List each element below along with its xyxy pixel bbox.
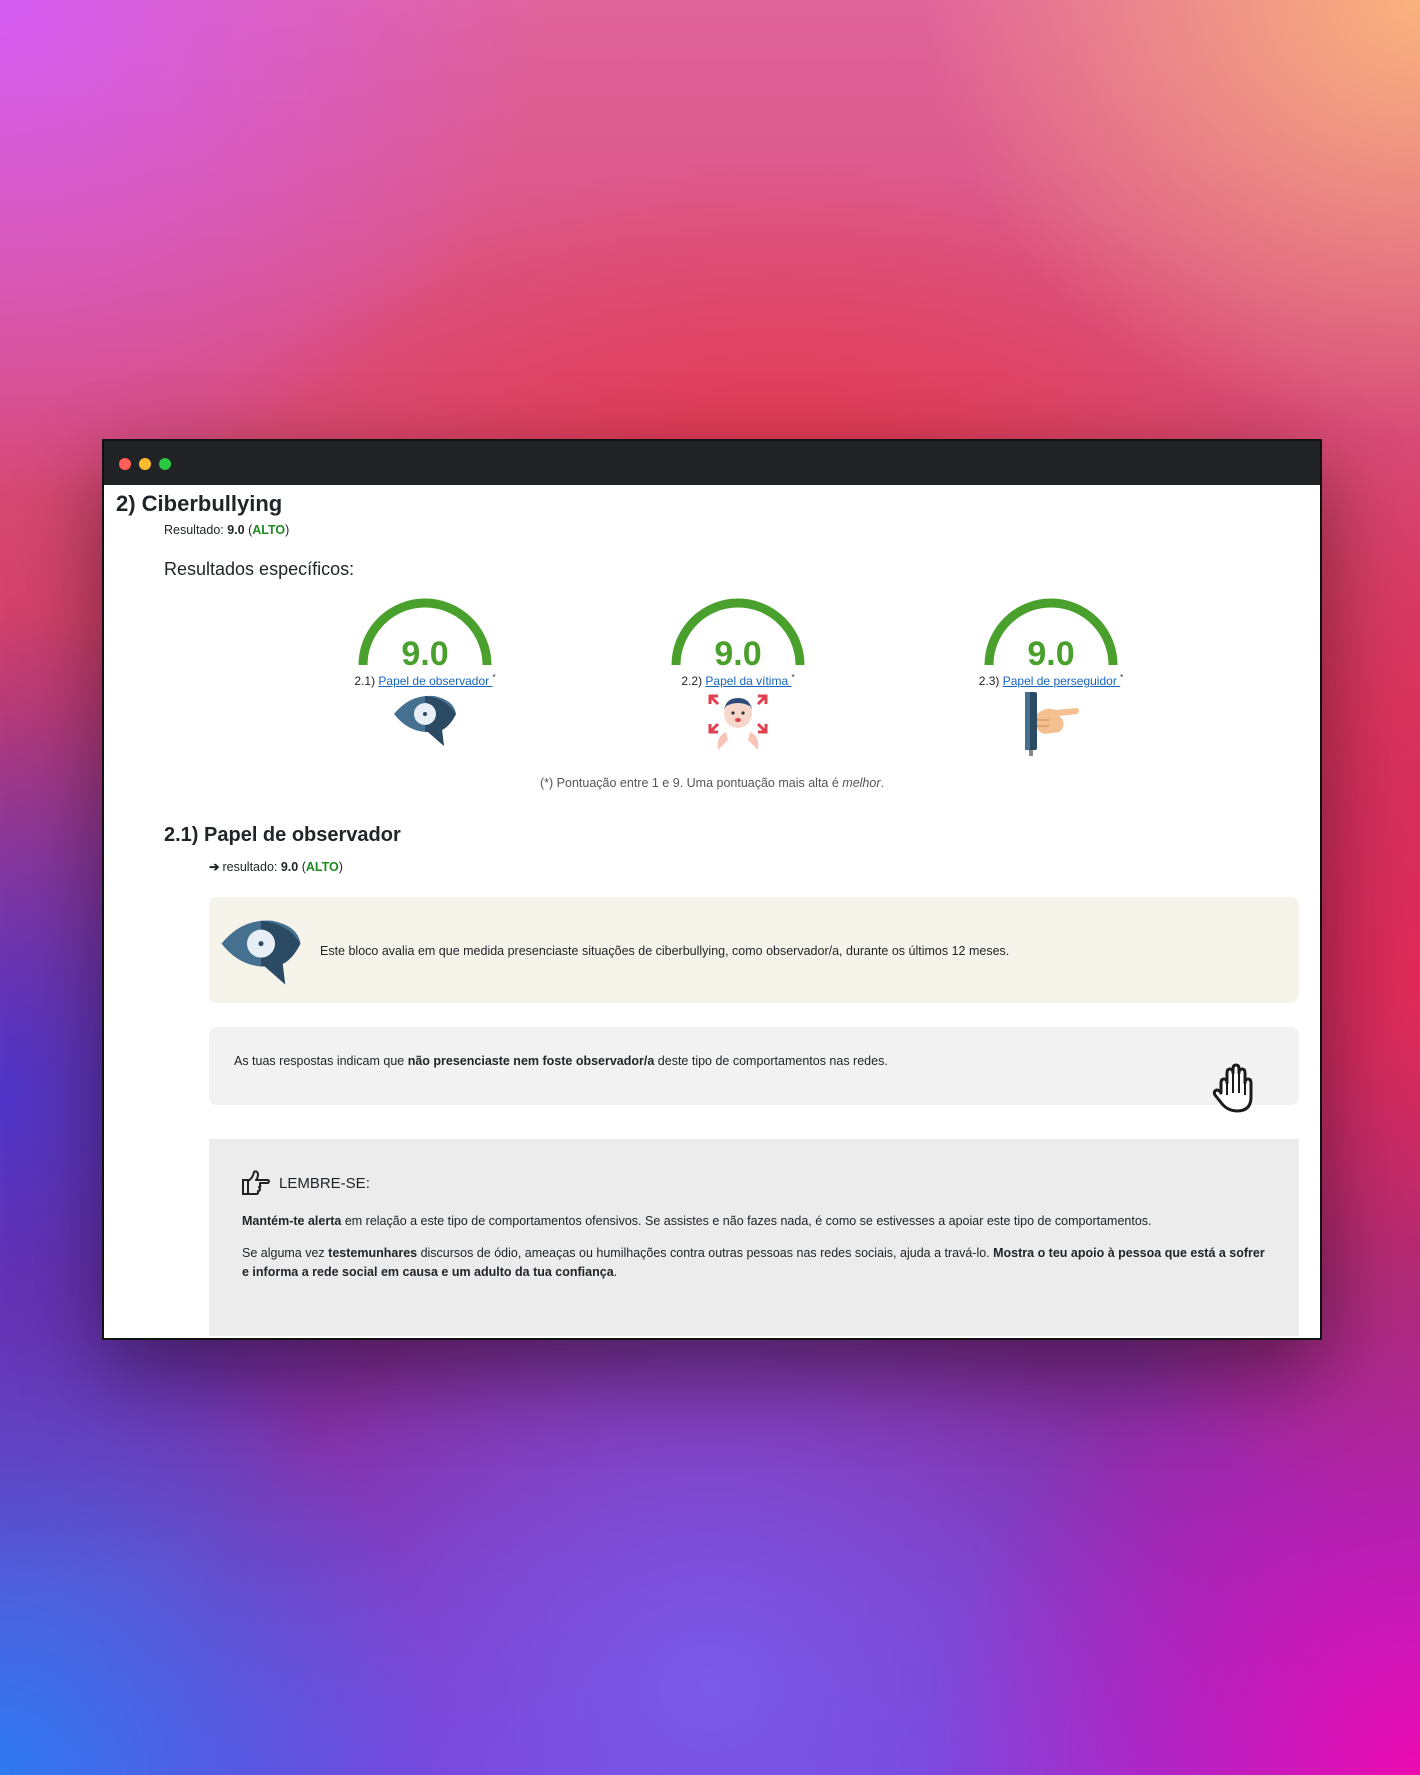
section-title: 2) Ciberbullying [116, 491, 283, 516]
footnote-emphasis: melhor [842, 776, 881, 790]
link-papel-de-observador[interactable]: Papel de observador [378, 674, 492, 688]
footnote-end: . [880, 776, 884, 790]
remember-heading-text: LEMBRE-SE: [279, 1174, 370, 1192]
arrow-right-icon: ➔ [209, 860, 220, 874]
p2-text-b: discursos de ódio, ameaças ou humilhaçõe… [417, 1246, 994, 1260]
p1-bold: Mantém-te alerta [242, 1214, 342, 1228]
remember-paragraph-1: Mantém-te alerta em relação a este tipo … [242, 1214, 1152, 1228]
score-footnote: (*) Pontuação entre 1 e 9. Uma pontuação… [104, 776, 1320, 790]
footnote-star: * [492, 673, 496, 682]
gauge-value: 9.0 [1027, 635, 1074, 669]
maximize-window-button[interactable] [159, 458, 171, 470]
eye-icon [221, 920, 301, 985]
p2-text-end: . [613, 1265, 618, 1279]
p1-text: em relação a este tipo de comportamentos… [341, 1214, 1152, 1228]
info-box: Este bloco avalia em que medida presenci… [209, 897, 1299, 1003]
result-value: 9.0 [280, 860, 299, 874]
minimize-window-button[interactable] [139, 458, 151, 470]
result-value: 9.0 [227, 523, 245, 537]
footnote-text: (*) Pontuação entre 1 e 9. Uma pontuação… [540, 776, 843, 790]
gauge-chart: 9.0 [984, 598, 1118, 669]
remember-box: LEMBRE-SE: Mantém-te alerta em relação a… [209, 1139, 1299, 1336]
subsection-result: ➔ resultado: 9.0 (ALTO) [209, 860, 343, 874]
subsection-title: 2.1) Papel de observador [164, 824, 401, 846]
gauge-value: 9.0 [714, 635, 761, 669]
result-text-end: deste tipo de comportamentos nas redes. [654, 1054, 888, 1068]
gauge-value: 9.0 [401, 635, 448, 669]
pointing-hand-icon [1025, 692, 1079, 756]
gauge-chart: 9.0 [671, 598, 805, 669]
page-content: 2) Ciberbullying Resultado: 9.0 (ALTO) R… [104, 485, 1320, 1336]
p2-bold-1: testemunhares [328, 1246, 418, 1260]
gauge-prefix: 2.3) [978, 674, 1003, 688]
link-papel-de-perseguidor[interactable]: Papel de perseguidor [1003, 674, 1120, 688]
gauge-victim: 9.0 2.2) Papel da vítima * [623, 595, 853, 754]
p2-text-a: Se alguma vez [242, 1246, 329, 1260]
gauge-label: 2.1) Papel de observador * [310, 673, 540, 688]
browser-window: 2) Ciberbullying Resultado: 9.0 (ALTO) R… [102, 439, 1322, 1340]
footnote-star: * [1120, 673, 1124, 682]
section-result: Resultado: 9.0 (ALTO) [164, 523, 290, 537]
hand-pointing-right-icon [242, 1170, 270, 1195]
result-text-bold: não presenciaste nem foste observador/a [407, 1054, 655, 1068]
result-text-start: As tuas respostas indicam que [234, 1054, 408, 1068]
gauge-prefix: 2.2) [681, 674, 706, 688]
specific-results-title: Resultados específicos: [164, 559, 355, 579]
result-level: ALTO [252, 523, 286, 537]
remember-paragraph-2: Se alguma vez testemunhares discursos de… [242, 1244, 1272, 1282]
result-text: As tuas respostas indicam que não presen… [234, 1054, 888, 1068]
result-label: resultado: [222, 860, 281, 874]
title-bar [104, 441, 1320, 485]
eye-icon [394, 695, 456, 746]
link-papel-da-vitima[interactable]: Papel da vítima [705, 674, 791, 688]
result-box: As tuas respostas indicam que não presen… [209, 1027, 1299, 1113]
gauge-label: 2.2) Papel da vítima * [623, 673, 853, 688]
result-label: Resultado: [164, 523, 228, 537]
gauge-prefix: 2.1) [354, 674, 379, 688]
result-level: ALTO [305, 860, 339, 874]
gauge-chart: 9.0 [358, 598, 492, 669]
victim-icon [708, 694, 768, 750]
gauge-observer: 9.0 2.1) Papel de observador * [310, 595, 540, 746]
footnote-star: * [791, 673, 795, 682]
gauge-aggressor: 9.0 2.3) Papel de perseguidor * [936, 595, 1166, 756]
info-text: Este bloco avalia em que medida presenci… [320, 944, 1010, 958]
remember-heading: LEMBRE-SE: [241, 1170, 370, 1196]
close-window-button[interactable] [119, 458, 131, 470]
gauge-label: 2.3) Papel de perseguidor * [936, 673, 1166, 688]
stop-hand-icon [1212, 1063, 1253, 1113]
